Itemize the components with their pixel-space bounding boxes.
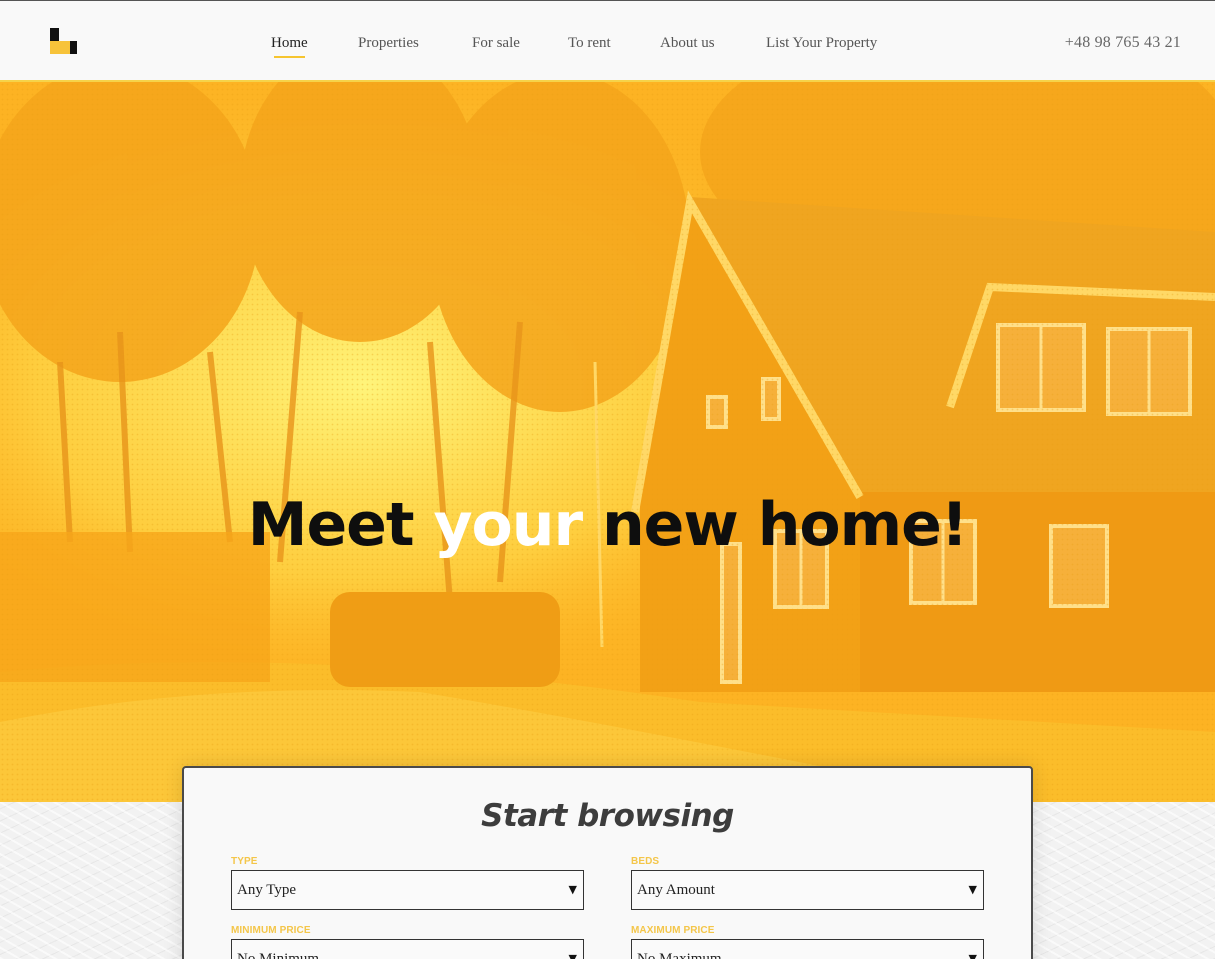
type-field: TYPE Any Type ▼ [231,856,584,910]
min-price-field: MINIMUM PRICE No Minimum ▼ [231,925,584,959]
nav-list-property[interactable]: List Your Property [766,35,877,52]
beds-select-value: Any Amount [637,882,715,898]
search-card: Start browsing TYPE Any Type ▼ BEDS Any … [182,766,1033,959]
beds-select[interactable]: Any Amount ▼ [631,870,984,910]
nav-to-rent[interactable]: To rent [568,35,611,52]
triangle-down-icon: ▼ [968,883,977,896]
hero-title-highlight: your [433,490,583,560]
max-price-select[interactable]: No Maximum ▼ [631,939,984,959]
triangle-down-icon: ▼ [568,952,577,959]
hero-title-part1: Meet [247,490,434,560]
nav-for-sale[interactable]: For sale [472,35,520,52]
logo-icon[interactable] [50,28,78,55]
max-price-field: MAXIMUM PRICE No Maximum ▼ [631,925,984,959]
max-price-select-value: No Maximum [637,951,722,959]
hero-title: Meet your new home! [0,490,1215,560]
hero-house-image [0,82,1215,802]
hero-banner: Meet your new home! [0,82,1215,802]
site-header: Home Properties For sale To rent About u… [0,0,1215,82]
type-label: TYPE [231,856,258,867]
type-select[interactable]: Any Type ▼ [231,870,584,910]
nav-home[interactable]: Home [271,35,308,58]
type-select-value: Any Type [237,882,297,898]
hero-title-part2: new home! [582,490,968,560]
phone-number[interactable]: +48 98 765 43 21 [1065,34,1181,52]
triangle-down-icon: ▼ [568,883,577,896]
max-price-label: MAXIMUM PRICE [631,925,715,936]
nav-about-us[interactable]: About us [660,35,715,52]
min-price-label: MINIMUM PRICE [231,925,311,936]
beds-label: BEDS [631,856,660,867]
beds-field: BEDS Any Amount ▼ [631,856,984,910]
min-price-select-value: No Minimum [237,951,320,959]
min-price-select[interactable]: No Minimum ▼ [231,939,584,959]
search-card-title: Start browsing [481,798,734,834]
triangle-down-icon: ▼ [968,952,977,959]
nav-properties[interactable]: Properties [358,35,419,52]
